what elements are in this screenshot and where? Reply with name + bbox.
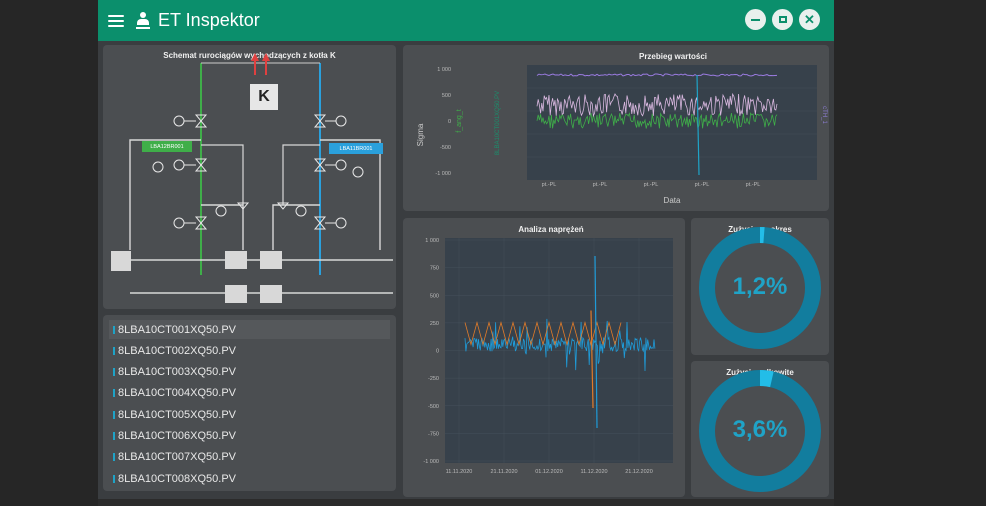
tag-right[interactable]: LBA11BR001 [329, 143, 383, 154]
donut-fill [759, 370, 774, 388]
minimize-button[interactable] [745, 9, 766, 30]
stress-ytick: -250 [428, 376, 439, 382]
signal-name: 8LBA10CT002XQ50.PV [118, 344, 237, 357]
signal-marker-icon [113, 432, 115, 440]
stress-xtick: 11.11.2020 [446, 469, 473, 475]
background-left [0, 0, 98, 506]
stress-ytick: 750 [430, 266, 439, 272]
trend-xlabel: Data [664, 196, 681, 205]
signal-marker-icon [113, 368, 115, 377]
signal-marker-icon [113, 346, 115, 355]
tag-left[interactable]: LBA12BR001 [142, 141, 192, 152]
trend-ylabel2: f_ang_t [456, 109, 463, 132]
signal-name: 8LBA10CT003XQ50.PV [118, 366, 237, 379]
minimize-icon [751, 18, 760, 21]
trend-ylabel4: cTH_1 [821, 106, 827, 124]
stress-xtick: 21.12.2020 [625, 469, 653, 475]
close-icon: ✕ [804, 12, 815, 27]
signal-name: 8LBA10CT004XQ50.PV [118, 387, 237, 400]
signal-name: 8LBA10CT005XQ50.PV [118, 408, 237, 421]
signal-name: 8LBA10CT006XQ50.PV [118, 430, 237, 442]
stress-ytick: -750 [428, 431, 439, 437]
signal-name: 8LBA10CT007XQ50.PV [118, 451, 237, 464]
boiler-box: K [250, 84, 278, 110]
signal-list-item[interactable]: 8LBA10CT002XQ50.PV [109, 341, 390, 360]
trend-chart: Przebieg wartości Sigma f_ang_t 8LBA10CT001… [416, 52, 827, 205]
trend-plot-area [527, 65, 817, 180]
usage-period-panel: Zużycie za okres 1,2% [691, 218, 829, 355]
trend-title: Przebieg wartości [639, 52, 707, 61]
stress-ytick: 250 [430, 321, 439, 327]
schematic-panel: Schemat rurociągów wychodzących z kotła … [103, 45, 396, 309]
usage-period-value: 1,2% [732, 273, 788, 300]
signal-marker-icon [113, 389, 115, 398]
trend-ytick: 500 [442, 93, 451, 99]
trend-ytick: 0 [448, 119, 451, 125]
stress-ytick: 0 [436, 349, 439, 355]
stress-chart: Analiza naprężeń 1 000 750 500 250 0 -250 -500 -… [423, 225, 673, 475]
stress-xtick: 11.12.2020 [580, 469, 607, 475]
signal-name: 8LBA10CT008XQ50.PV [118, 472, 237, 485]
signal-marker-icon [113, 325, 115, 334]
signal-marker-icon [113, 453, 115, 462]
signal-marker-icon [113, 474, 115, 483]
stress-xtick: 01.12.2020 [535, 469, 563, 475]
stress-ytick: 1 000 [425, 238, 439, 244]
trend-ytick: -500 [440, 145, 451, 151]
trend-ylabel: Sigma [416, 123, 425, 146]
stress-ytick: 500 [430, 293, 439, 299]
usage-total-value: 3,6% [732, 416, 788, 443]
signal-list-item[interactable]: 8LBA10CT005XQ50.PV [109, 405, 390, 424]
trend-ytick: 1 000 [437, 67, 451, 73]
signal-name: 8LBA10CT001XQ50.PV [118, 323, 237, 336]
close-button[interactable]: ✕ [799, 9, 820, 30]
app-window: ET Inspektor ✕ Schemat rurociągów wychod… [98, 0, 834, 499]
signal-marker-icon [113, 410, 115, 419]
trend-xtick: pt.-PL [542, 182, 557, 188]
trend-xtick: pt.-PL [695, 182, 710, 188]
signal-list-item[interactable]: 8LBA10CT001XQ50.PV [109, 320, 390, 339]
hamburger-menu-icon[interactable] [108, 14, 124, 27]
boiler-label: K [258, 88, 270, 105]
stress-ytick: -1 000 [423, 459, 439, 465]
signal-list-panel: 8LBA10CT001XQ50.PV 8LBA10CT002XQ50.PV 8LBA… [103, 315, 396, 491]
trend-ytick: -1 000 [435, 171, 451, 177]
stress-panel: Analiza naprężeń 1 000 750 500 250 0 -250 -500 -… [403, 218, 685, 497]
window-controls: ✕ [745, 9, 820, 30]
background-right [834, 0, 986, 506]
signal-list-item[interactable]: 8LBA10CT006XQ50.PV [109, 427, 390, 446]
trend-xtick: pt.-PL [746, 182, 761, 188]
app-title: ET Inspektor [158, 10, 260, 30]
maximize-button[interactable] [772, 9, 793, 30]
usage-total-panel: Zużycie całkowite 3,6% [691, 361, 829, 497]
signal-list-item[interactable]: 8LBA10CT003XQ50.PV [109, 363, 390, 382]
signal-list-item[interactable]: 8LBA10CT008XQ50.PV [109, 469, 390, 488]
trend-xtick: pt.-PL [644, 182, 659, 188]
stress-xtick: 21.11.2020 [490, 469, 517, 475]
inspector-person-icon [136, 11, 150, 30]
trend-panel: Przebieg wartości Sigma f_ang_t 8LBA10CT001… [403, 45, 829, 211]
maximize-icon [778, 16, 787, 23]
trend-xtick: pt.-PL [593, 182, 608, 188]
stress-title: Analiza naprężeń [518, 225, 583, 234]
signal-list-item[interactable]: 8LBA10CT004XQ50.PV [109, 384, 390, 403]
stress-ytick: -500 [428, 404, 439, 410]
title-bar: ET Inspektor ✕ [98, 0, 834, 41]
trend-ylabel3: 8LBA10CT001XQ50.PV [495, 91, 501, 155]
signal-list-item[interactable]: 8LBA10CT007XQ50.PV [109, 448, 390, 467]
